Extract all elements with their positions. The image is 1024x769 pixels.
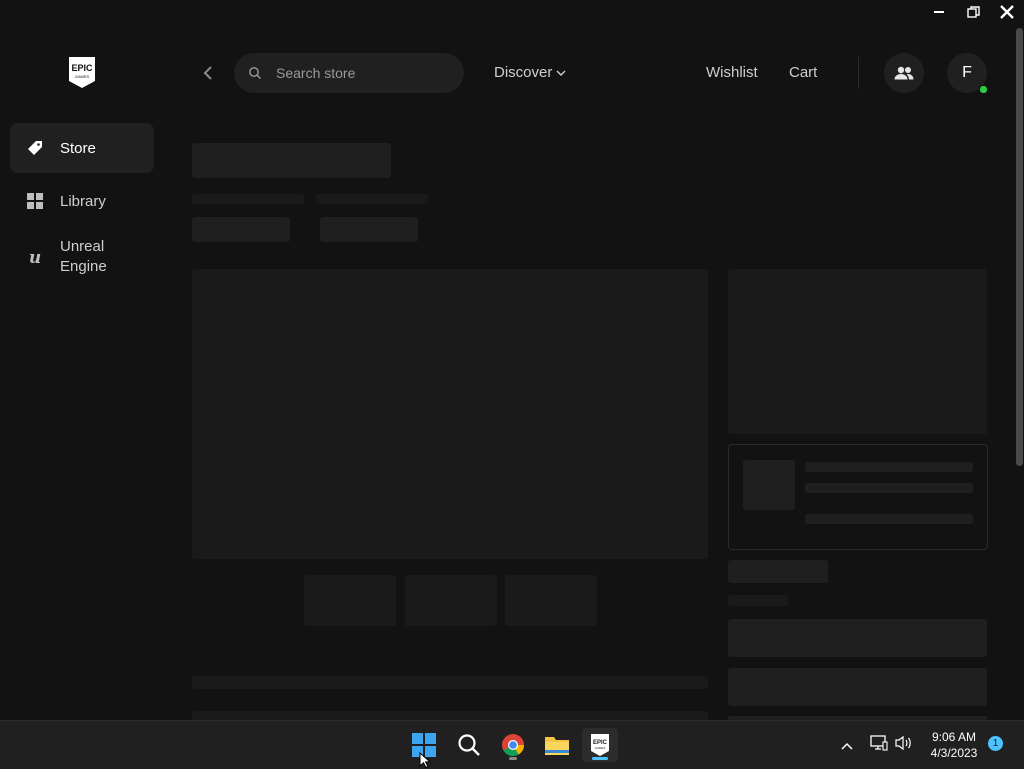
sidebar-item-label: Store [60, 139, 96, 157]
tag-icon [26, 139, 44, 157]
restore-icon[interactable] [956, 0, 990, 24]
active-indicator [592, 757, 608, 760]
svg-text:GAMES: GAMES [75, 74, 90, 79]
sidebar-item-label: Library [60, 192, 106, 210]
text-placeholder [192, 676, 708, 689]
taskbar: EPIC GAMES 9:06 AM 4/3/2023 [0, 720, 1024, 769]
back-chevron-icon[interactable] [198, 62, 218, 84]
volume-icon[interactable] [895, 735, 915, 753]
thumbnail-placeholder [505, 575, 597, 626]
epic-games-logo[interactable]: EPIC GAMES [68, 56, 96, 89]
search-icon [249, 67, 261, 79]
image-placeholder [743, 460, 795, 510]
text-placeholder [192, 194, 304, 204]
sidebar-item-label: Unreal Engine [60, 238, 107, 275]
discover-label: Discover [494, 64, 553, 81]
header-divider [858, 57, 859, 89]
chrome-icon[interactable] [495, 728, 531, 762]
clock-date: 4/3/2023 [930, 746, 978, 760]
button-placeholder [728, 619, 987, 657]
clock-time: 9:06 AM [931, 730, 977, 744]
scrollbar[interactable] [1016, 28, 1023, 466]
network-icon[interactable] [870, 735, 890, 753]
thumbnail-placeholder [405, 575, 497, 626]
text-placeholder [728, 560, 828, 583]
text-placeholder [805, 514, 973, 524]
cart-link[interactable]: Cart [789, 64, 817, 81]
grid-icon [26, 192, 44, 210]
unreal-icon: u [26, 248, 44, 266]
sidebar-item-library[interactable]: Library [10, 176, 154, 226]
button-placeholder [728, 668, 987, 706]
running-indicator [509, 757, 517, 760]
sidebar-item-store[interactable]: Store [10, 123, 154, 173]
taskbar-clock[interactable]: 9:06 AM 4/3/2023 [924, 729, 984, 761]
search-icon[interactable] [451, 728, 487, 762]
epic-games-launcher-window: EPIC GAMES Store Library u Unreal Engine [0, 0, 1024, 720]
text-placeholder [316, 194, 428, 204]
tag-placeholder [320, 217, 418, 242]
svg-text:EPIC: EPIC [71, 63, 93, 73]
chevron-down-icon [556, 70, 566, 76]
rating-card-placeholder [728, 444, 988, 550]
minimize-icon[interactable] [922, 0, 956, 24]
text-placeholder [192, 711, 708, 720]
online-status-dot [979, 85, 988, 94]
logo-placeholder [728, 269, 987, 434]
chevron-up-icon[interactable] [840, 738, 856, 752]
epic-games-icon[interactable]: EPIC GAMES [582, 728, 618, 762]
mouse-cursor-icon [419, 752, 431, 768]
text-placeholder [805, 462, 973, 472]
tag-placeholder [192, 217, 290, 242]
text-placeholder [728, 595, 788, 606]
friends-icon [894, 66, 914, 80]
search-input[interactable] [274, 64, 448, 82]
search-bar[interactable] [234, 53, 464, 93]
sidebar-item-unreal-engine[interactable]: u Unreal Engine [10, 229, 154, 285]
thumbnail-placeholder [304, 575, 396, 626]
file-explorer-icon[interactable] [539, 728, 575, 762]
notification-badge[interactable]: 1 [988, 736, 1003, 751]
window-controls [922, 0, 1024, 24]
svg-text:u: u [29, 248, 41, 266]
text-placeholder [805, 483, 973, 493]
title-placeholder [192, 143, 391, 178]
friends-button[interactable] [884, 53, 924, 93]
wishlist-link[interactable]: Wishlist [706, 64, 758, 81]
sidebar-nav: Store Library u Unreal Engine [10, 123, 154, 288]
close-icon[interactable] [990, 0, 1024, 24]
hero-media-placeholder [192, 269, 708, 559]
discover-dropdown[interactable]: Discover [494, 64, 566, 81]
svg-text:GAMES: GAMES [595, 746, 606, 750]
